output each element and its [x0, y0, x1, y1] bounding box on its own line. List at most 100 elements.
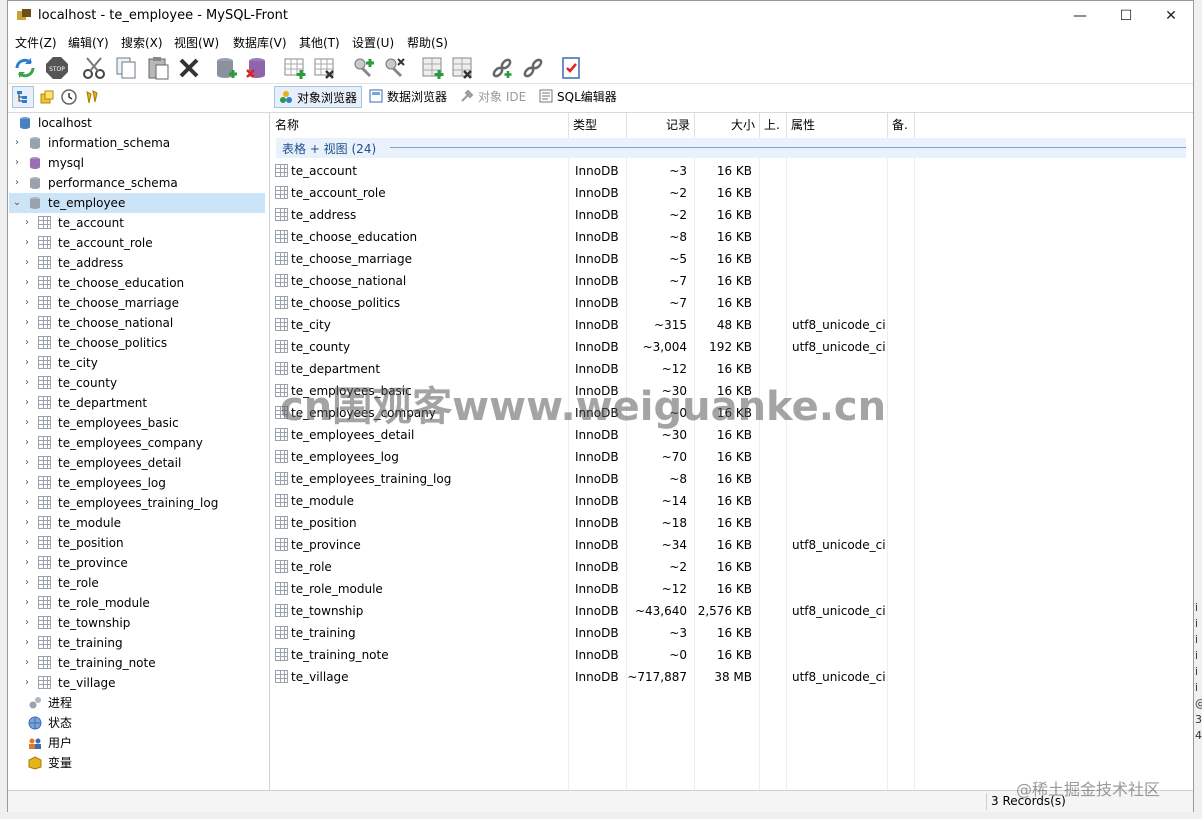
- tree-item-table[interactable]: › te_choose_politics: [8, 333, 269, 353]
- chevron-right-icon[interactable]: ›: [22, 533, 32, 553]
- chevron-right-icon[interactable]: ›: [22, 233, 32, 253]
- table-row[interactable]: te_position InnoDB ~18 16 KB: [271, 512, 1193, 534]
- tree-item-table[interactable]: › te_department: [8, 393, 269, 413]
- drop-field-icon[interactable]: [451, 56, 475, 80]
- close-button[interactable]: ✕: [1148, 1, 1194, 31]
- chevron-right-icon[interactable]: ›: [22, 293, 32, 313]
- tree-item-table[interactable]: › te_choose_marriage: [8, 293, 269, 313]
- new-user-icon[interactable]: [352, 56, 376, 80]
- tab-object-ide[interactable]: 对象 IDE: [456, 86, 532, 108]
- tree-item-table[interactable]: › te_province: [8, 553, 269, 573]
- bookmarks-icon[interactable]: [84, 89, 100, 105]
- tree-item-table[interactable]: › te_village: [8, 673, 269, 693]
- maximize-button[interactable]: ☐: [1103, 1, 1149, 31]
- column-header-type[interactable]: 类型: [569, 113, 627, 137]
- chevron-right-icon[interactable]: ›: [22, 493, 32, 513]
- tree-item-database[interactable]: › performance_schema: [8, 173, 269, 193]
- table-row[interactable]: te_choose_politics InnoDB ~7 16 KB: [271, 292, 1193, 314]
- new-field-icon[interactable]: [421, 56, 445, 80]
- chevron-right-icon[interactable]: ›: [22, 373, 32, 393]
- table-row[interactable]: te_account_role InnoDB ~2 16 KB: [271, 182, 1193, 204]
- table-row[interactable]: te_city InnoDB ~315 48 KB utf8_unicode_ci: [271, 314, 1193, 336]
- link-icon[interactable]: [490, 56, 514, 80]
- tree-item-table[interactable]: › te_position: [8, 533, 269, 553]
- table-row[interactable]: te_village InnoDB ~717,887 38 MB utf8_unicod…: [271, 666, 1193, 688]
- new-database-icon[interactable]: [215, 56, 239, 80]
- drop-table-icon[interactable]: [313, 56, 337, 80]
- chevron-right-icon[interactable]: ›: [12, 153, 22, 173]
- column-header-records[interactable]: 记录: [627, 113, 695, 137]
- tree-item-variables[interactable]: 变量: [8, 753, 269, 773]
- table-row[interactable]: te_choose_education InnoDB ~8 16 KB: [271, 226, 1193, 248]
- tree-item-database[interactable]: › mysql: [8, 153, 269, 173]
- tree-item-table[interactable]: › te_training_note: [8, 653, 269, 673]
- tree-item-processes[interactable]: 进程: [8, 693, 269, 713]
- chevron-right-icon[interactable]: ›: [22, 313, 32, 333]
- chevron-right-icon[interactable]: ›: [22, 453, 32, 473]
- chevron-right-icon[interactable]: ›: [12, 133, 22, 153]
- tree-item-users[interactable]: 用户: [8, 733, 269, 753]
- chevron-right-icon[interactable]: ›: [22, 393, 32, 413]
- menu-help[interactable]: 帮助(S): [407, 34, 448, 51]
- sql-history-icon[interactable]: [39, 89, 55, 105]
- tree-item-localhost[interactable]: localhost: [8, 113, 269, 133]
- tree-item-table[interactable]: › te_address: [8, 253, 269, 273]
- tree-item-database-selected[interactable]: ⌄ te_employee: [8, 193, 269, 213]
- tree-item-table[interactable]: › te_city: [8, 353, 269, 373]
- table-row[interactable]: te_township InnoDB ~43,640 2,576 KB utf8_uni…: [271, 600, 1193, 622]
- table-row[interactable]: te_employees_log InnoDB ~70 16 KB: [271, 446, 1193, 468]
- chevron-right-icon[interactable]: ›: [22, 413, 32, 433]
- checklist-icon[interactable]: [559, 56, 583, 80]
- tree-item-table[interactable]: › te_training: [8, 633, 269, 653]
- menu-file[interactable]: 文件(Z): [15, 34, 57, 51]
- chevron-right-icon[interactable]: ›: [22, 353, 32, 373]
- chevron-right-icon[interactable]: ›: [22, 573, 32, 593]
- table-row[interactable]: te_employees_training_log InnoDB ~8 16 KB: [271, 468, 1193, 490]
- tree-item-table[interactable]: › te_choose_education: [8, 273, 269, 293]
- tree-item-table[interactable]: › te_account: [8, 213, 269, 233]
- paste-icon[interactable]: [146, 56, 170, 80]
- drop-database-icon[interactable]: [245, 56, 269, 80]
- chevron-right-icon[interactable]: ›: [22, 433, 32, 453]
- tree-item-table[interactable]: › te_township: [8, 613, 269, 633]
- tree-item-table[interactable]: › te_role_module: [8, 593, 269, 613]
- table-row[interactable]: te_role InnoDB ~2 16 KB: [271, 556, 1193, 578]
- menu-database[interactable]: 数据库(V): [233, 34, 287, 51]
- table-row[interactable]: te_module InnoDB ~14 16 KB: [271, 490, 1193, 512]
- tree-item-table[interactable]: › te_employees_basic: [8, 413, 269, 433]
- table-row[interactable]: te_choose_marriage InnoDB ~5 16 KB: [271, 248, 1193, 270]
- tab-data-browser[interactable]: 数据浏览器: [365, 86, 453, 108]
- tree-item-table[interactable]: › te_account_role: [8, 233, 269, 253]
- tree-item-table[interactable]: › te_county: [8, 373, 269, 393]
- tree-item-table[interactable]: › te_employees_company: [8, 433, 269, 453]
- tree-item-table[interactable]: › te_employees_training_log: [8, 493, 269, 513]
- chevron-right-icon[interactable]: ›: [22, 213, 32, 233]
- tab-object-browser[interactable]: 对象浏览器: [274, 86, 362, 108]
- chevron-right-icon[interactable]: ›: [22, 593, 32, 613]
- minimize-button[interactable]: —: [1057, 1, 1103, 31]
- table-row[interactable]: te_province InnoDB ~34 16 KB utf8_unicode_ci: [271, 534, 1193, 556]
- unlink-icon[interactable]: [521, 56, 545, 80]
- tree-item-table[interactable]: › te_employees_log: [8, 473, 269, 493]
- group-header[interactable]: 表格 + 视图 (24): [276, 138, 1186, 158]
- chevron-right-icon[interactable]: ›: [22, 653, 32, 673]
- chevron-right-icon[interactable]: ›: [22, 513, 32, 533]
- tree-item-database[interactable]: › information_schema: [8, 133, 269, 153]
- chevron-right-icon[interactable]: ›: [22, 333, 32, 353]
- chevron-right-icon[interactable]: ›: [22, 473, 32, 493]
- table-row[interactable]: te_account InnoDB ~3 16 KB: [271, 160, 1193, 182]
- table-row[interactable]: te_choose_national InnoDB ~7 16 KB: [271, 270, 1193, 292]
- table-row[interactable]: te_county InnoDB ~3,004 192 KB utf8_unicode_…: [271, 336, 1193, 358]
- column-header-updated[interactable]: 上.: [760, 113, 787, 137]
- menu-edit[interactable]: 编辑(Y): [68, 34, 109, 51]
- column-header-attributes[interactable]: 属性: [787, 113, 888, 137]
- chevron-right-icon[interactable]: ›: [22, 553, 32, 573]
- tree-item-table[interactable]: › te_module: [8, 513, 269, 533]
- menu-other[interactable]: 其他(T): [299, 34, 340, 51]
- cut-icon[interactable]: [82, 56, 106, 80]
- column-header-name[interactable]: 名称: [271, 113, 569, 137]
- new-table-icon[interactable]: [283, 56, 307, 80]
- column-header-comment[interactable]: 备.: [888, 113, 915, 137]
- menu-settings[interactable]: 设置(U): [352, 34, 394, 51]
- tree-item-status[interactable]: 状态: [8, 713, 269, 733]
